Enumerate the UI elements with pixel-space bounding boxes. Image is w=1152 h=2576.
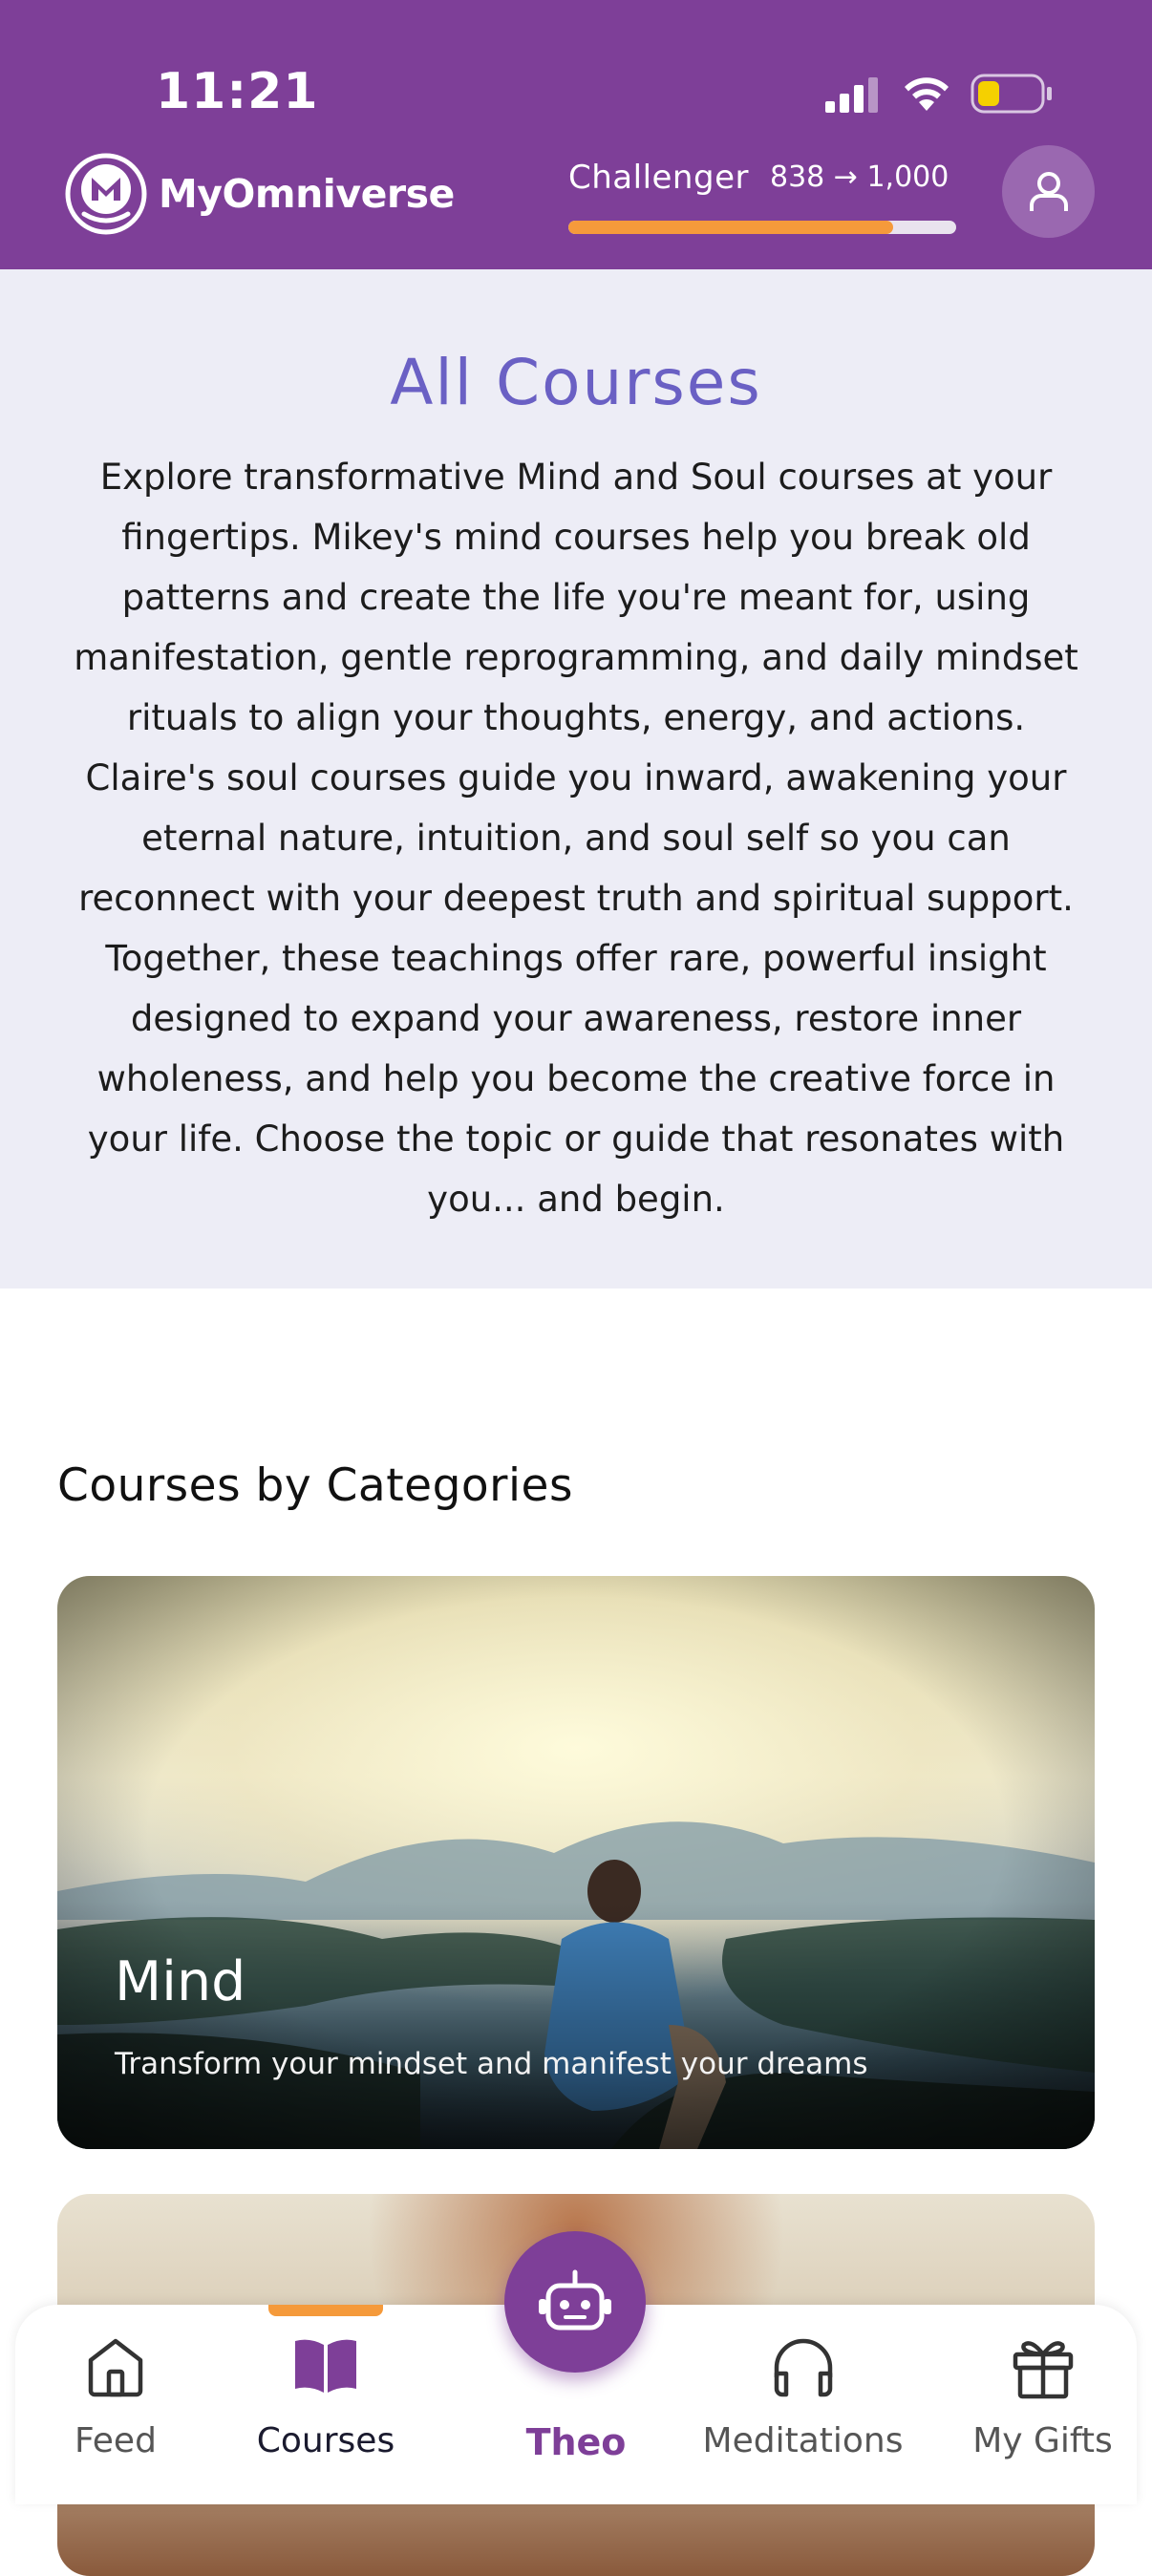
level-progress-fill [568, 221, 894, 234]
nav-item-feed[interactable]: Feed [15, 2305, 216, 2504]
nav-item-meditations[interactable]: Meditations [686, 2305, 920, 2504]
home-icon [88, 2338, 143, 2397]
nav-label-my-gifts: My Gifts [972, 2421, 1113, 2460]
status-time: 11:21 [156, 63, 319, 120]
nav-label-theo[interactable]: Theo [485, 2421, 667, 2463]
nav-label-feed: Feed [75, 2421, 157, 2460]
user-icon [1029, 171, 1068, 211]
omniverse-logo-icon [65, 153, 147, 235]
level-progress-bar [568, 221, 956, 234]
level-points: 838 → 1,000 [770, 160, 949, 194]
nav-active-indicator [268, 2305, 383, 2316]
gift-icon [1013, 2341, 1073, 2399]
nav-item-courses[interactable]: Courses [225, 2305, 426, 2504]
category-subtitle-mind: Transform your mindset and manifest your… [115, 2047, 868, 2081]
app-header: 11:21 MyOmniverse Challenger 838 → 1,000 [0, 0, 1152, 269]
theo-assistant-button[interactable] [504, 2231, 646, 2373]
nav-label-courses: Courses [256, 2421, 395, 2460]
page-title: All Courses [390, 346, 762, 419]
category-card-mind[interactable]: Mind Transform your mindset and manifest… [57, 1576, 1095, 2149]
intro-section: All Courses Explore transformative Mind … [0, 269, 1152, 1288]
book-icon [295, 2339, 356, 2393]
nav-label-meditations: Meditations [702, 2421, 904, 2460]
intro-description: Explore transformative Mind and Soul cou… [74, 457, 1078, 1220]
cellular-signal-icon [825, 77, 878, 113]
mind-card-shade [57, 1901, 1095, 2149]
brand-name: MyOmniverse [159, 171, 455, 217]
profile-button[interactable] [1002, 145, 1095, 238]
wifi-icon [905, 77, 949, 111]
categories-heading: Courses by Categories [57, 1459, 573, 1512]
level-name: Challenger [568, 159, 749, 197]
battery-icon [971, 74, 1052, 114]
robot-icon [539, 2269, 611, 2331]
nav-item-my-gifts[interactable]: My Gifts [949, 2305, 1137, 2504]
headphones-icon [774, 2338, 832, 2397]
brand-logo[interactable]: MyOmniverse [63, 151, 455, 237]
category-title-mind: Mind [115, 1950, 246, 2013]
